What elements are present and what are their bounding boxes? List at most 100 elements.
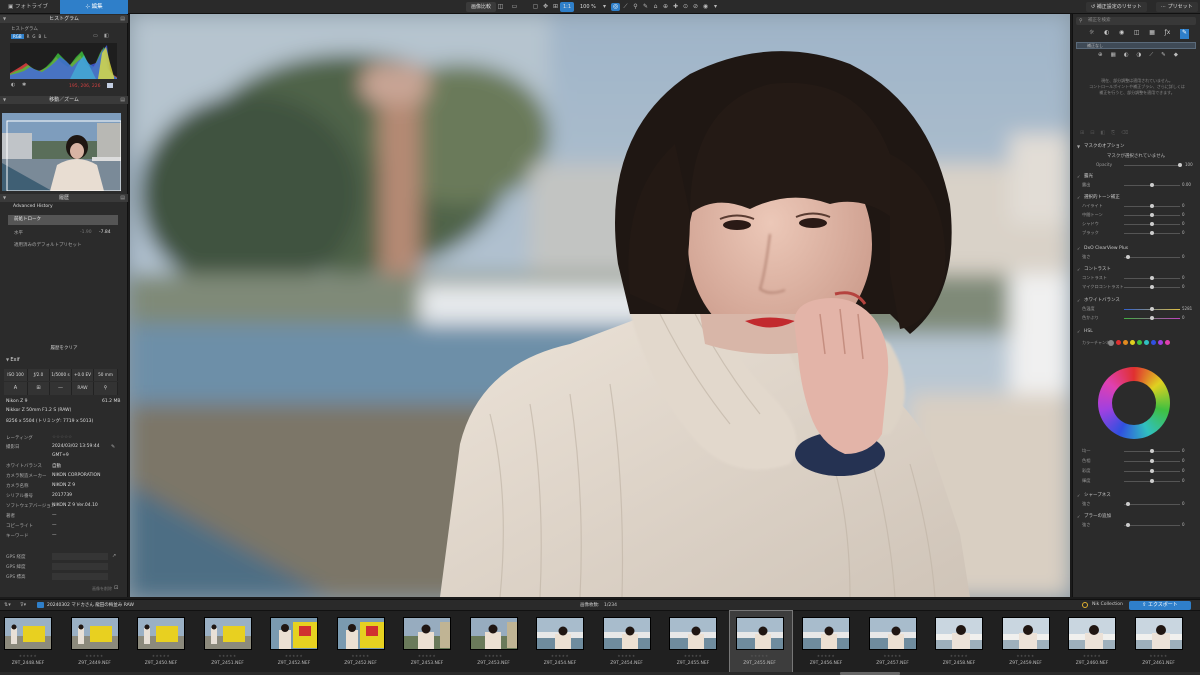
check-icon[interactable]: ✓ <box>1077 265 1080 274</box>
slider-knob[interactable] <box>1126 502 1130 506</box>
slider-row[interactable]: ハイライト 0 <box>1076 202 1196 210</box>
slider-row[interactable]: 強さ 0 <box>1076 500 1196 508</box>
slider-value[interactable]: 0 <box>1182 202 1185 210</box>
thumbnail-rating[interactable]: ★★★★★ <box>264 654 324 658</box>
filmstrip-item[interactable]: ★★★★★ Z9T_2454.NEF <box>597 611 659 673</box>
thumbnail-image[interactable] <box>536 617 584 650</box>
channel-all-dot[interactable] <box>1108 340 1114 346</box>
section-contrast[interactable]: ✓ コントラスト <box>1074 265 1198 274</box>
rating-stars[interactable]: ☆☆☆☆☆ <box>52 435 72 440</box>
channel-yellow-dot[interactable] <box>1130 340 1135 345</box>
history-header[interactable]: ▼ 履歴 ▤ <box>0 194 128 202</box>
filmstrip-item[interactable]: ★★★★★ Z9T_2448.NEF <box>0 611 60 673</box>
opacity-value[interactable]: 100 <box>1185 161 1193 169</box>
slider-value[interactable]: 0 <box>1182 220 1185 228</box>
eyedropper-icon[interactable]: ⊘ <box>691 3 700 11</box>
channel-green-dot[interactable] <box>1137 340 1142 345</box>
slider-knob[interactable] <box>1150 449 1154 453</box>
slider-track[interactable] <box>1124 525 1180 526</box>
slider-value[interactable]: 0 <box>1182 283 1185 291</box>
section-blur[interactable]: ✓ ブラーの追加 <box>1074 512 1198 521</box>
channel-orange-dot[interactable] <box>1123 340 1128 345</box>
image-viewer[interactable] <box>130 14 1070 597</box>
control-point-icon[interactable]: ⊕ <box>1098 52 1103 59</box>
channel-magenta-dot[interactable] <box>1165 340 1170 345</box>
thumbnail-image[interactable] <box>1001 617 1050 650</box>
slider-row[interactable]: 彩度 0 <box>1076 467 1196 475</box>
filmstrip-item[interactable]: ★★★★★ Z9T_2452.NEF <box>264 611 326 673</box>
slider-knob[interactable] <box>1150 276 1154 280</box>
slider-row[interactable]: 均一 0 <box>1076 447 1196 455</box>
slider-row[interactable]: 強さ 0 <box>1076 253 1196 261</box>
slider-value[interactable]: 0 <box>1182 211 1185 219</box>
line-tool-icon[interactable]: ⟋ <box>1149 52 1153 59</box>
preview-toggle-icon[interactable]: ◎ <box>611 3 620 11</box>
slider-value[interactable]: 0 <box>1182 253 1185 261</box>
thumbnail-image[interactable] <box>137 617 185 650</box>
color-wheel[interactable] <box>1098 367 1170 439</box>
slider-row[interactable]: マイクロコントラスト 0 <box>1076 283 1196 291</box>
slider-row[interactable]: コントラスト 0 <box>1076 274 1196 282</box>
geometry-tab-icon[interactable]: ◫ <box>1134 29 1140 39</box>
invert-mask-icon[interactable]: ◧ <box>1100 130 1105 136</box>
eye-icon[interactable]: ◉ <box>701 3 710 11</box>
slider-value[interactable]: 0 <box>1182 500 1185 508</box>
reset-adjustments-button[interactable]: ↺ 補正設定のリセット <box>1086 2 1147 12</box>
add-mask-icon[interactable]: ⊞ <box>1080 130 1084 136</box>
opacity-knob[interactable] <box>1178 163 1182 167</box>
thumbnail-rating[interactable]: ★★★★★ <box>131 654 191 658</box>
slider-value[interactable]: 5281 <box>1182 305 1192 313</box>
slider-value[interactable]: 0 <box>1182 314 1185 322</box>
gradient-tool-icon[interactable]: ◑ <box>1137 52 1142 59</box>
thumbnail-image[interactable] <box>336 617 385 650</box>
thumbnail-rating[interactable]: ★★★★★ <box>1129 654 1189 658</box>
filmstrip-item[interactable]: ★★★★★ Z9T_2455.NEF <box>728 610 793 674</box>
slider-value[interactable]: 0 <box>1182 477 1185 485</box>
opacity-track[interactable] <box>1124 165 1180 166</box>
slider-value[interactable]: 0 <box>1182 274 1185 282</box>
histogram-header[interactable]: ▼ ヒストグラム ▤ <box>0 15 128 23</box>
navigator-thumbnail[interactable] <box>2 113 121 191</box>
filmstrip-item[interactable]: ★★★★★ Z9T_2455.NEF <box>663 611 725 673</box>
slider-row[interactable]: 中間トーン 0 <box>1076 211 1196 219</box>
section-exposure[interactable]: ✓ 露光 <box>1074 172 1198 181</box>
slider-track[interactable] <box>1124 257 1180 258</box>
filmstrip-item[interactable]: ★★★★★ Z9T_2459.NEF <box>996 611 1058 673</box>
split-view-icon[interactable]: ▭ <box>510 3 519 11</box>
eraser-tool-icon[interactable]: ◆ <box>1174 52 1178 59</box>
copy-mask-icon[interactable]: ⎘ <box>1111 130 1115 136</box>
thumbnail-rating[interactable]: ★★★★★ <box>996 654 1056 658</box>
channel-g[interactable]: G <box>32 34 35 39</box>
thumbnail-image[interactable] <box>669 617 717 650</box>
slider-row[interactable]: シャドウ 0 <box>1076 220 1196 228</box>
thumbnail-rating[interactable]: ★★★★★ <box>597 654 657 658</box>
channel-r[interactable]: R <box>27 34 30 39</box>
tab-photo-library[interactable]: ▣ フォトライブラリ <box>0 0 60 24</box>
color-tab-icon[interactable]: ◐ <box>1104 29 1109 39</box>
edit-date-icon[interactable]: ✎ <box>111 444 115 450</box>
slider-row[interactable]: 色かぶり 0 <box>1076 314 1196 322</box>
zoom-1to1-button[interactable]: 1:1 <box>560 2 575 12</box>
zoom-dropdown-icon[interactable]: ▾ <box>600 3 609 11</box>
check-icon[interactable]: ✓ <box>1077 193 1080 202</box>
nik-collection-button[interactable]: Nik Collection <box>1092 602 1123 607</box>
filmstrip-item[interactable]: ★★★★★ Z9T_2456.NEF <box>796 611 858 673</box>
filmstrip-item[interactable]: ★★★★★ Z9T_2450.NEF <box>131 611 193 673</box>
thumbnail-rating[interactable]: ★★★★★ <box>464 654 524 658</box>
layer-selector[interactable]: 補正なし <box>1076 42 1196 49</box>
thumbnail-rating[interactable]: ★★★★★ <box>863 654 923 658</box>
mask-options-header[interactable]: ▼ マスクのオプション <box>1074 142 1198 151</box>
section-white-balance[interactable]: ✓ ホワイトバランス <box>1074 296 1198 305</box>
crop-icon[interactable]: ▢ <box>531 3 540 11</box>
grid-icon[interactable]: ⊞ <box>551 3 560 11</box>
section-selective-tone[interactable]: ✓ 選択的トーン補正 <box>1074 193 1198 202</box>
check-icon[interactable]: ✓ <box>1077 296 1080 305</box>
check-icon[interactable]: ✓ <box>1077 512 1080 521</box>
slider-value[interactable]: 0 <box>1182 521 1185 529</box>
filmstrip-item[interactable]: ★★★★★ Z9T_2452.NEF <box>331 611 393 673</box>
filmstrip-item[interactable]: ★★★★★ Z9T_2454.NEF <box>530 611 592 673</box>
channel-b[interactable]: B <box>39 34 42 39</box>
thumbnail-image[interactable] <box>469 617 518 650</box>
slider-row[interactable]: 露出 0.00 <box>1076 181 1196 189</box>
menu-icon[interactable]: ▤ <box>120 96 125 104</box>
